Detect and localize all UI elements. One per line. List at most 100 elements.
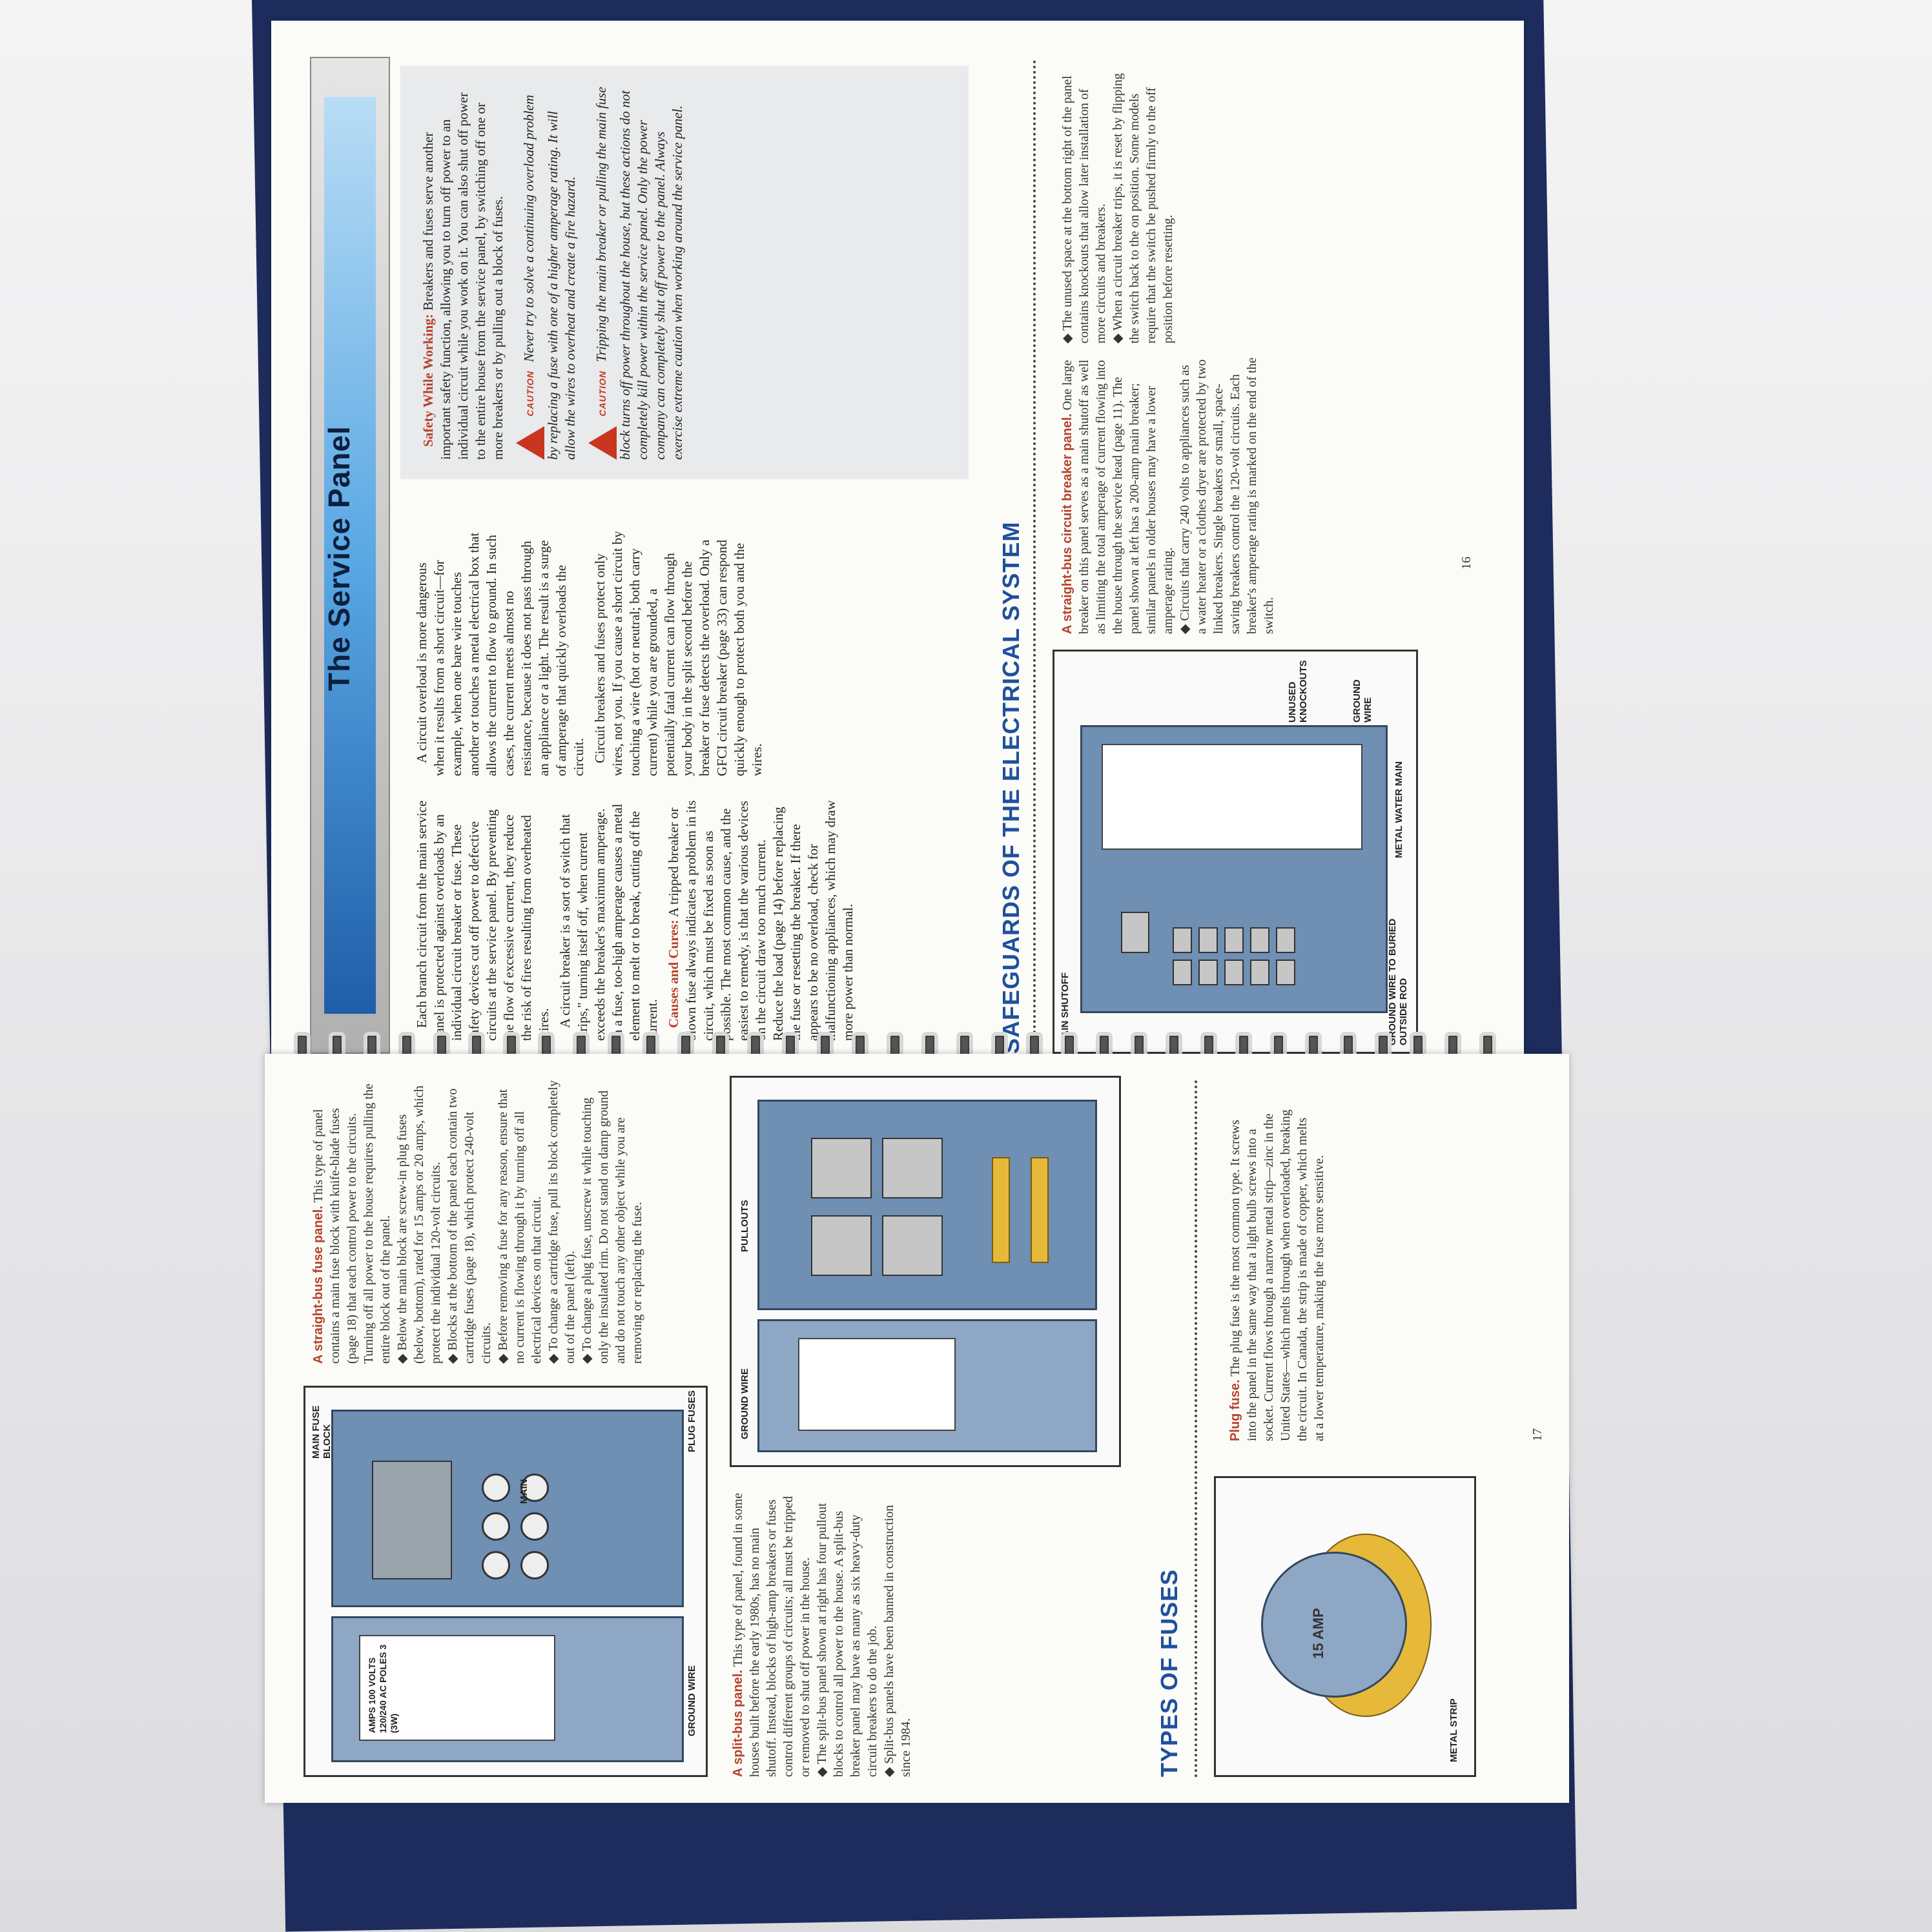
terminal-strip: [992, 1157, 1010, 1263]
paragraph-breaker: A circuit breaker is a sort of switch th…: [557, 803, 660, 1041]
caution-label: CAUTION: [524, 370, 535, 416]
bullet-text: The split-bus panel shown at right has f…: [815, 1503, 879, 1777]
page-17: AMPS 100 VOLTS 120/240 AC POLES 3 (3W) M…: [265, 1054, 1569, 1803]
split-bus-caption: A split-bus panel. This type of panel, f…: [730, 1493, 914, 1777]
warning-triangle-icon: [516, 426, 544, 460]
dotted-divider: [1195, 1080, 1197, 1777]
safety-heading: Safety While Working:: [420, 314, 436, 447]
figure-straight-bus-fuse-panel: AMPS 100 VOLTS 120/240 AC POLES 3 (3W) M…: [303, 1386, 708, 1777]
pullout-block: [811, 1215, 872, 1276]
panel-label-card: [798, 1338, 956, 1431]
main-fuse-block: [372, 1461, 452, 1579]
bullet-text: The unused space at the bottom right of …: [1060, 76, 1108, 344]
caption-heading: A split-bus panel.: [731, 1670, 745, 1777]
page-number-16: 16: [1459, 557, 1474, 570]
paragraph-short-circuit: A circuit overload is more dangerous whe…: [414, 532, 586, 776]
caution-note-1: CAUTION Never try to solve a continuing …: [516, 85, 579, 460]
column-1: Each branch circuit from the main servic…: [413, 796, 994, 1041]
caption-bullet: ◆ To change a plug fuse, unscrew it whil…: [580, 1090, 644, 1364]
bullet-text: Below the main block are screw-in plug f…: [395, 1085, 443, 1364]
breaker-panel-caption: A straight-bus circuit breaker panel. On…: [1059, 356, 1277, 634]
photo-scene: The Service Panel Each branch circuit fr…: [0, 0, 1932, 1932]
pullout-block: [882, 1215, 943, 1276]
bullet-text: To change a plug fuse, unscrew it while …: [580, 1090, 644, 1364]
breaker: [1276, 927, 1295, 953]
caption-heading: A straight-bus circuit breaker panel.: [1060, 413, 1074, 634]
fuse-body: [1261, 1552, 1407, 1698]
breaker: [1173, 960, 1192, 985]
caption-body: One large breaker on this panel serves a…: [1060, 359, 1175, 634]
callout-ground-wire: GROUND WIRE: [739, 1368, 750, 1439]
bullet-text: To change a cartridge fuse, pull its blo…: [546, 1080, 577, 1364]
plug-fuse-caption: Plug fuse. The plug fuse is the most com…: [1227, 1105, 1328, 1441]
bullet-text: Circuits that carry 240 volts to applian…: [1178, 357, 1276, 634]
fuse-panel-drawing: [331, 1410, 684, 1607]
bullet-text: Blocks at the bottom of the panel each c…: [446, 1088, 493, 1364]
panel-label-card: AMPS 100 VOLTS 120/240 AC POLES 3 (3W): [359, 1635, 555, 1741]
plug-fuse: [520, 1512, 549, 1541]
panel-door-drawing: AMPS 100 VOLTS 120/240 AC POLES 3 (3W): [331, 1616, 684, 1762]
callout-water-main: METAL WATER MAIN: [1393, 761, 1404, 858]
caption-bullet: ◆ Split-bus panels have been banned in c…: [882, 1505, 913, 1777]
plug-fuse: [482, 1474, 510, 1502]
caption-bullet: ◆ Below the main block are screw-in plug…: [395, 1085, 443, 1364]
safety-paragraph: Safety While Working: Breakers and fuses…: [420, 85, 507, 460]
section-heading-safeguards: SAFEGUARDS OF THE ELECTRICAL SYSTEM: [998, 521, 1024, 1054]
caption-heading: Plug fuse.: [1228, 1379, 1242, 1441]
caution-label: CAUTION: [597, 370, 608, 416]
caption-bullet: ◆ Before removing a fuse for any reason,…: [496, 1089, 544, 1364]
callout-ground-rod: GROUND WIRE TO BURIED OUTSIDE ROD: [1387, 918, 1409, 1045]
callout-unused-knockouts: UNUSED KNOCKOUTS: [1287, 660, 1309, 723]
callout-ground-wire: GROUND WIRE: [686, 1665, 697, 1736]
paragraph-gfci: Circuit breakers and fuses protect only …: [592, 531, 765, 776]
panel-label-card: [1102, 744, 1362, 850]
split-bus-panel-drawing: [757, 1100, 1097, 1310]
breaker: [1250, 927, 1269, 953]
figure-plug-fuse: 15 AMP METAL STRIP: [1214, 1476, 1476, 1777]
pullout-block: [882, 1138, 943, 1198]
caption-bullet: ◆ Circuits that carry 240 volts to appli…: [1178, 357, 1276, 634]
dotted-divider: [1033, 59, 1036, 1054]
terminal-strip: [1031, 1157, 1049, 1263]
breaker: [1250, 960, 1269, 985]
callout-plug-fuses: PLUG FUSES: [686, 1390, 697, 1452]
callout-main-fuse-block: MAIN FUSE BLOCK: [311, 1405, 333, 1459]
caption-bullet: ◆ To change a cartridge fuse, pull its b…: [546, 1080, 577, 1364]
bullet-text: When a circuit breaker trips, it is rese…: [1111, 73, 1175, 344]
safety-column: Safety While Working: Breakers and fuses…: [420, 85, 1001, 460]
intro-paragraph: Each branch circuit from the main servic…: [414, 800, 551, 1041]
open-book: The Service Panel Each branch circuit fr…: [0, 0, 1932, 1932]
panel-rating-label: AMPS 100 VOLTS 120/240 AC POLES 3 (3W): [367, 1644, 399, 1733]
plug-fuse: [482, 1512, 510, 1541]
fuse-panel-caption: A straight-bus fuse panel. This type of …: [310, 1080, 646, 1364]
panel-door-drawing: [757, 1319, 1097, 1452]
figure-split-bus-panel: PULLOUTS GROUND WIRE: [730, 1076, 1121, 1467]
breaker: [1173, 927, 1192, 953]
breaker: [1276, 960, 1295, 985]
page-title: The Service Panel: [322, 426, 356, 691]
main-breaker: [1121, 912, 1149, 953]
breaker-panel-drawing: [1080, 725, 1388, 1013]
callout-pullouts: PULLOUTS: [739, 1200, 750, 1252]
page-16: The Service Panel Each branch circuit fr…: [271, 21, 1524, 1093]
caution-note-2: CAUTION Tripping the main breaker or pul…: [588, 85, 686, 460]
warning-triangle-icon: [588, 426, 617, 460]
causes-body: A tripped breaker or blown fuse always i…: [666, 800, 856, 1041]
caption-body: The plug fuse is the most common type. I…: [1228, 1109, 1326, 1441]
breaker: [1198, 960, 1218, 985]
plug-fuse: [482, 1551, 510, 1579]
causes-heading: Causes and Cures:: [666, 920, 681, 1028]
page-number-17: 17: [1530, 1428, 1545, 1441]
caption-bullet: ◆ When a circuit breaker trips, it is re…: [1111, 73, 1175, 344]
breaker-panel-caption-cont: ◆ The unused space at the bottom right o…: [1059, 66, 1177, 344]
bullet-text: Split-bus panels have been banned in con…: [882, 1505, 913, 1777]
safety-sidebar: Safety While Working: Breakers and fuses…: [400, 66, 969, 479]
breaker: [1224, 927, 1244, 953]
callout-main: MAIN: [519, 1479, 529, 1504]
caption-heading: A straight-bus fuse panel.: [311, 1206, 325, 1364]
caption-bullet: ◆ The split-bus panel shown at right has…: [815, 1503, 879, 1777]
bullet-text: Before removing a fuse for any reason, e…: [496, 1089, 544, 1364]
pullout-block: [811, 1138, 872, 1198]
fuse-rating-marking: 15 AMP: [1310, 1608, 1326, 1659]
paragraph-causes: Causes and Cures: A tripped breaker or b…: [665, 796, 857, 1041]
